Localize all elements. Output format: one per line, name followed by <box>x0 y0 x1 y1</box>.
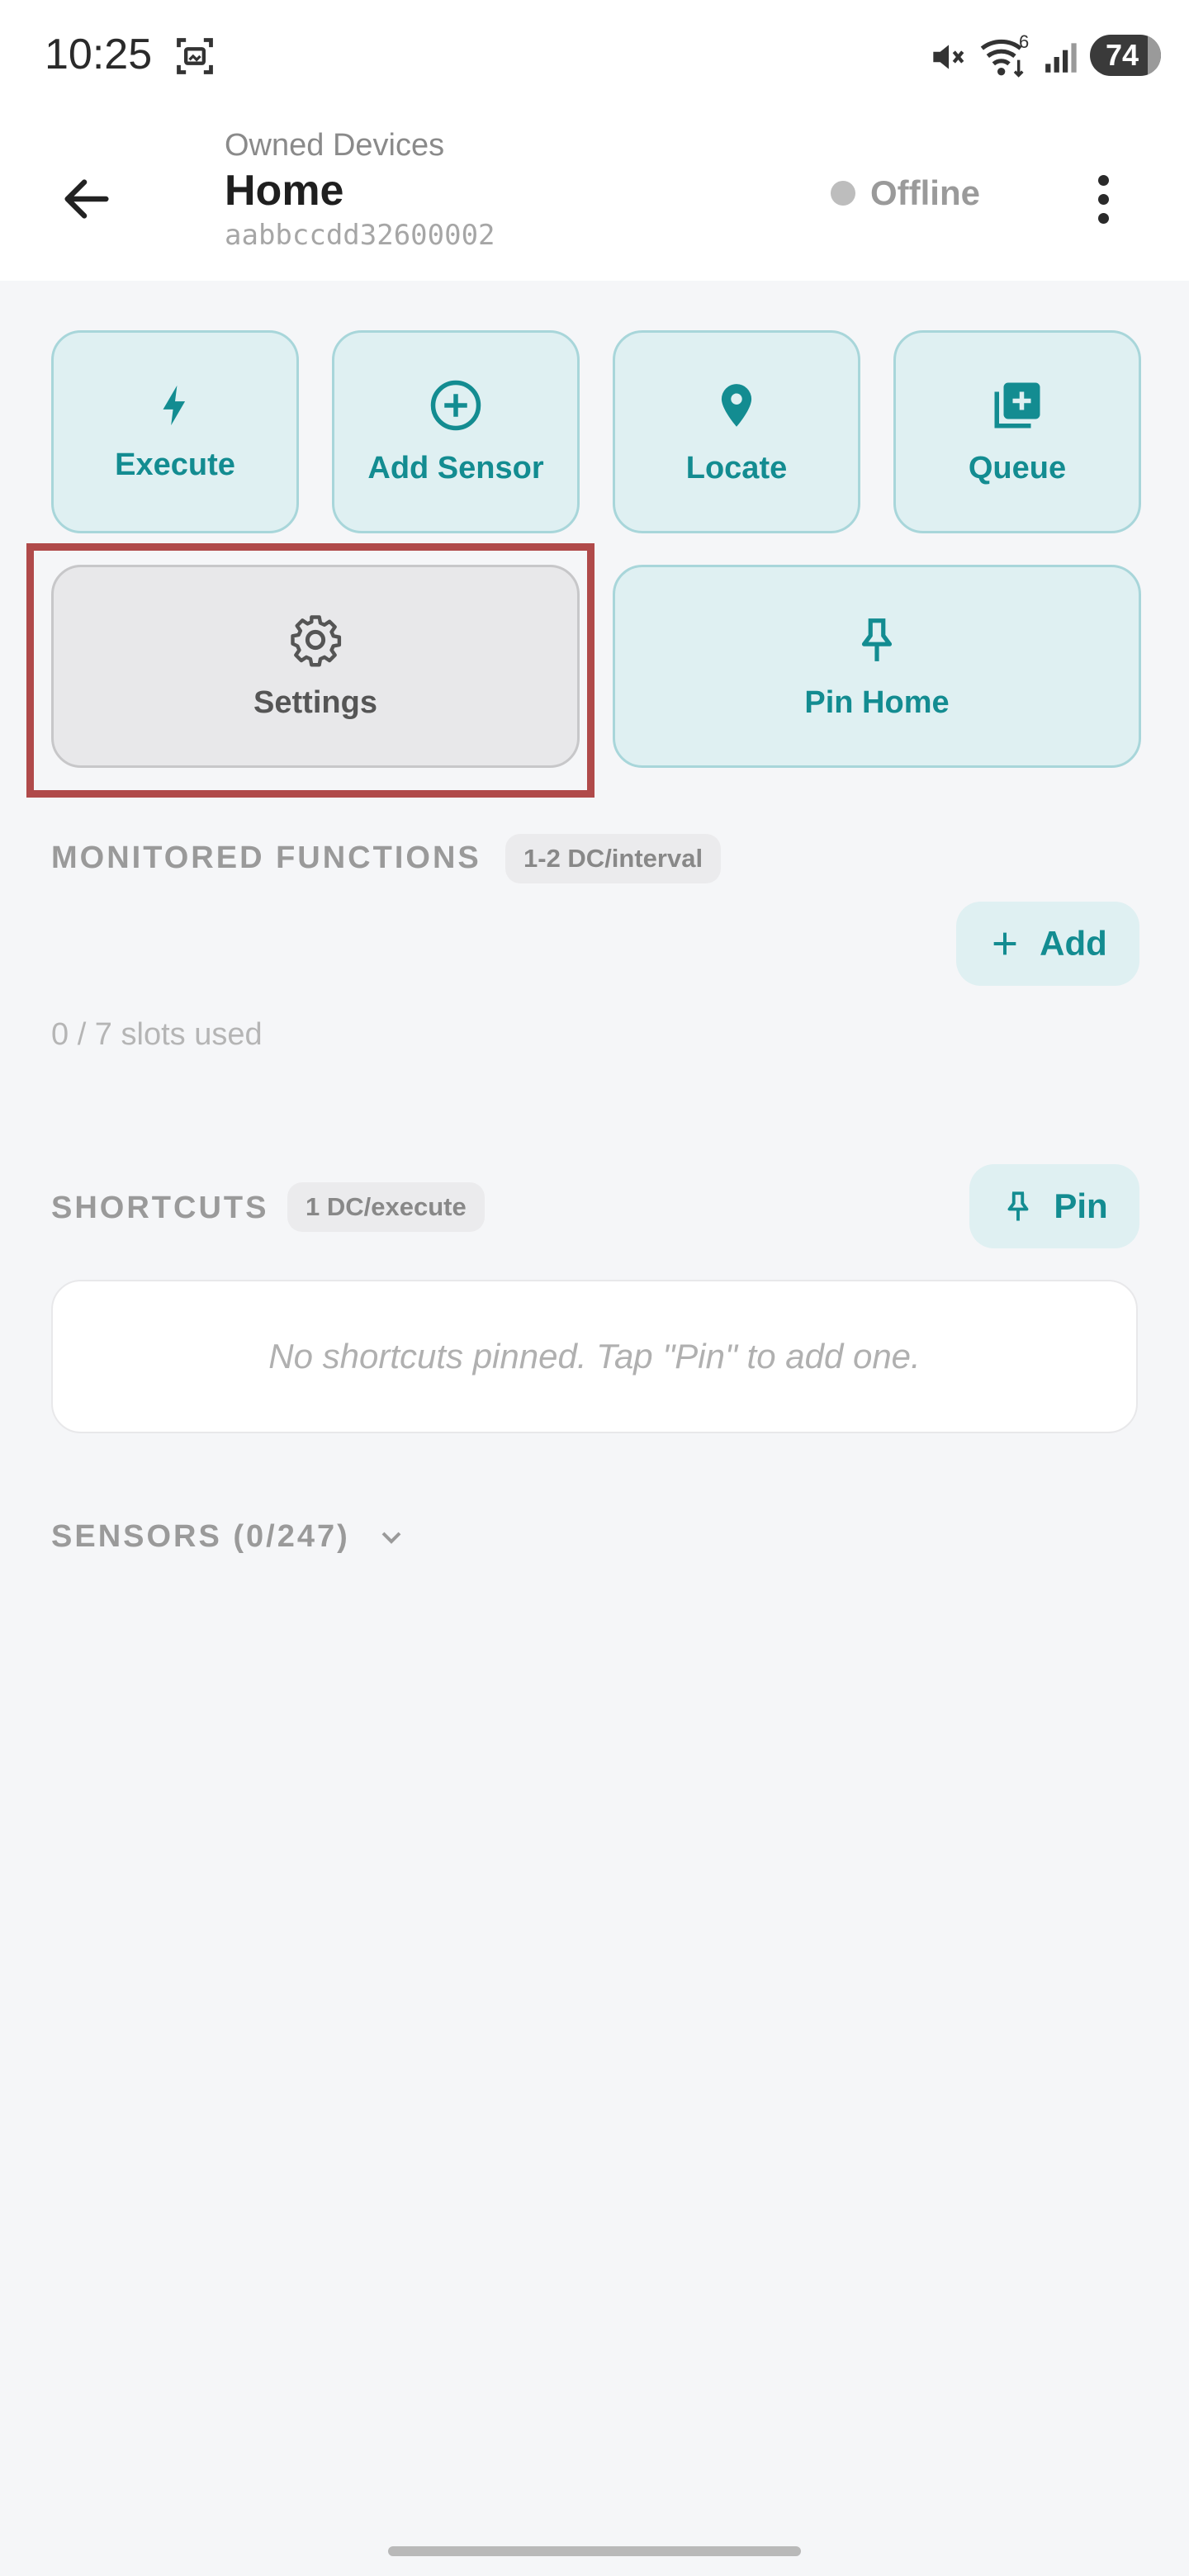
app-bar: Owned Devices Home aabbccdd32600002 Offl… <box>0 112 1189 281</box>
screenshot-icon <box>177 38 213 74</box>
monitored-cost-chip: 1-2 DC/interval <box>505 834 722 883</box>
queue-add-icon <box>994 382 1040 428</box>
network-type-label: 6 <box>1019 31 1030 52</box>
title-block: Owned Devices Home aabbccdd32600002 <box>225 125 495 254</box>
locate-button[interactable]: Locate <box>613 330 860 533</box>
device-id: aabbccdd32600002 <box>225 219 495 252</box>
slots-used-text: 0 / 7 slots used <box>51 1017 263 1052</box>
status-dot-icon <box>831 181 855 206</box>
add-sensor-button[interactable]: Add Sensor <box>332 330 580 533</box>
queue-label: Queue <box>968 450 1067 485</box>
bolt-icon <box>163 385 186 425</box>
pin-home-label: Pin Home <box>804 684 950 720</box>
execute-button[interactable]: Execute <box>51 330 299 533</box>
more-vert-icon <box>1097 174 1109 186</box>
page-title: Home <box>225 167 344 215</box>
gesture-nav-bar <box>388 2546 801 2556</box>
mute-icon <box>933 45 964 69</box>
pin-icon <box>1007 1191 1029 1221</box>
shortcuts-empty-text: No shortcuts pinned. Tap "Pin" to add on… <box>268 1337 921 1376</box>
battery-icon: 74 <box>1090 35 1161 76</box>
execute-label: Execute <box>115 447 235 482</box>
breadcrumb: Owned Devices <box>225 128 445 163</box>
queue-button[interactable]: Queue <box>893 330 1141 533</box>
add-sensor-label: Add Sensor <box>367 450 544 485</box>
shortcuts-cost-chip: 1 DC/execute <box>287 1182 485 1232</box>
location-pin-icon <box>721 383 752 427</box>
add-label: Add <box>1040 924 1107 963</box>
locate-label: Locate <box>685 450 788 485</box>
connection-status: Offline <box>831 173 980 213</box>
add-circle-icon <box>430 380 481 430</box>
pin-shortcut-button[interactable]: Pin <box>969 1164 1139 1248</box>
arrow-back-icon <box>64 179 109 219</box>
status-label: Offline <box>870 173 980 212</box>
add-monitored-button[interactable]: Add <box>956 902 1139 986</box>
selection-highlight <box>26 543 594 798</box>
plus-icon <box>993 932 1016 955</box>
battery-level: 74 <box>1105 38 1139 72</box>
monitored-functions-title: MONITORED FUNCTIONS <box>51 841 481 875</box>
chevron-down-icon <box>381 1532 401 1544</box>
more-menu-button[interactable] <box>1073 162 1133 236</box>
status-time: 10:25 <box>45 31 153 78</box>
pin-icon <box>861 618 893 661</box>
pin-home-button[interactable]: Pin Home <box>613 565 1141 768</box>
signal-icon <box>1045 43 1077 73</box>
sensors-title: SENSORS (0/247) <box>51 1519 350 1554</box>
sensors-header[interactable]: SENSORS (0/247) <box>51 1519 408 1555</box>
shortcuts-empty-card: No shortcuts pinned. Tap "Pin" to add on… <box>51 1280 1138 1433</box>
shortcuts-title: SHORTCUTS <box>51 1191 269 1225</box>
status-bar: 10:25 6 74 <box>0 0 1189 112</box>
pin-label: Pin <box>1054 1186 1108 1225</box>
back-button[interactable] <box>50 162 124 236</box>
